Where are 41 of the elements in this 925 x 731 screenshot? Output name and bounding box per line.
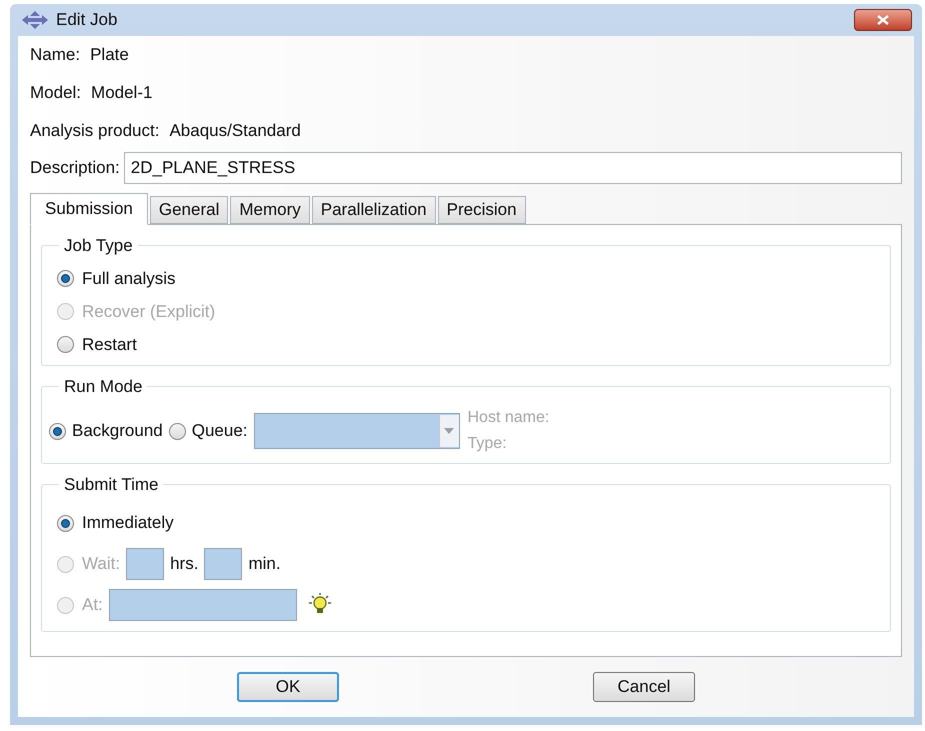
queue-dropdown[interactable]: [254, 413, 460, 449]
dialog-button[interactable]: OK: [237, 672, 339, 702]
option-label: Immediately: [82, 512, 174, 534]
window-title: Edit Job: [56, 9, 118, 32]
option-label: Full analysis: [82, 268, 176, 290]
option-label: Background: [72, 420, 163, 442]
info-value: Model-1: [91, 82, 152, 104]
tab[interactable]: Memory: [230, 196, 310, 224]
app-icon: [22, 11, 48, 29]
tab[interactable]: Parallelization: [312, 196, 436, 224]
description-label: Description:: [30, 157, 120, 180]
number-field[interactable]: [126, 548, 164, 580]
option-label: Queue:: [192, 420, 248, 442]
info-label: Model:: [30, 82, 82, 104]
dialog-button[interactable]: Cancel: [593, 672, 695, 702]
close-icon: [876, 15, 890, 25]
info-value: Abaqus/Standard: [169, 120, 301, 142]
time-field[interactable]: [108, 589, 297, 621]
number-field[interactable]: [204, 548, 242, 580]
tab[interactable]: General: [150, 196, 228, 224]
caret-icon: [444, 428, 454, 434]
radio-button[interactable]: [57, 336, 74, 353]
info-label: Name:: [30, 44, 80, 66]
host-label: Host name:: [468, 409, 550, 427]
host-label: Type:: [468, 435, 508, 453]
radio-button[interactable]: [168, 422, 186, 440]
description-field[interactable]: 2D_PLANE_STRESS: [124, 152, 902, 184]
option-label: Restart: [82, 334, 137, 356]
option-label: Wait:: [82, 553, 120, 576]
radio-button[interactable]: [57, 270, 74, 287]
info-value: Plate: [90, 44, 129, 66]
option-label: At:: [82, 594, 103, 616]
option-label: Recover (Explicit): [82, 300, 216, 323]
radio-button[interactable]: [57, 514, 74, 532]
unit-label: hrs.: [170, 553, 198, 576]
radio-button[interactable]: [49, 422, 66, 440]
unit-label: min.: [248, 553, 281, 576]
info-label: Analysis product:: [30, 120, 160, 142]
close-button[interactable]: [854, 9, 912, 31]
tab[interactable]: Submission: [30, 193, 148, 225]
tab[interactable]: Precision: [438, 196, 526, 224]
